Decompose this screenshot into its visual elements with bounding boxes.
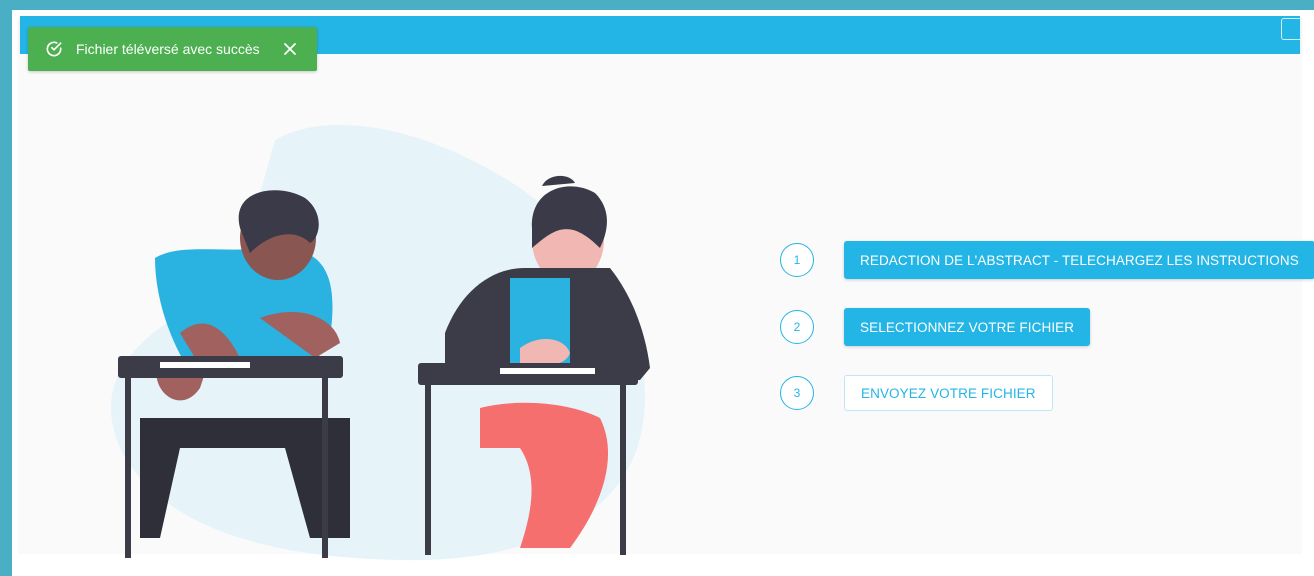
check-circle-icon <box>46 41 62 57</box>
send-file-button[interactable]: ENVOYEZ VOTRE FICHIER <box>844 375 1053 411</box>
close-icon[interactable] <box>282 41 298 57</box>
toast-message: Fichier téléversé avec succès <box>76 41 260 57</box>
topbar-menu-button[interactable] <box>1281 18 1300 40</box>
success-toast: Fichier téléversé avec succès <box>28 27 317 71</box>
download-instructions-button[interactable]: REDACTION DE L'ABSTRACT - TELECHARGEZ LE… <box>844 241 1314 279</box>
select-file-button[interactable]: SELECTIONNEZ VOTRE FICHIER <box>844 308 1091 346</box>
step-number-3: 3 <box>780 376 814 410</box>
step-3: 3 ENVOYEZ VOTRE FICHIER <box>780 375 1053 411</box>
step-number-1: 1 <box>780 243 814 277</box>
step-number-2: 2 <box>780 310 814 344</box>
students-exam-illustration <box>110 124 650 561</box>
step-1: 1 REDACTION DE L'ABSTRACT - TELECHARGEZ … <box>780 241 1314 279</box>
step-2: 2 SELECTIONNEZ VOTRE FICHIER <box>780 308 1091 346</box>
